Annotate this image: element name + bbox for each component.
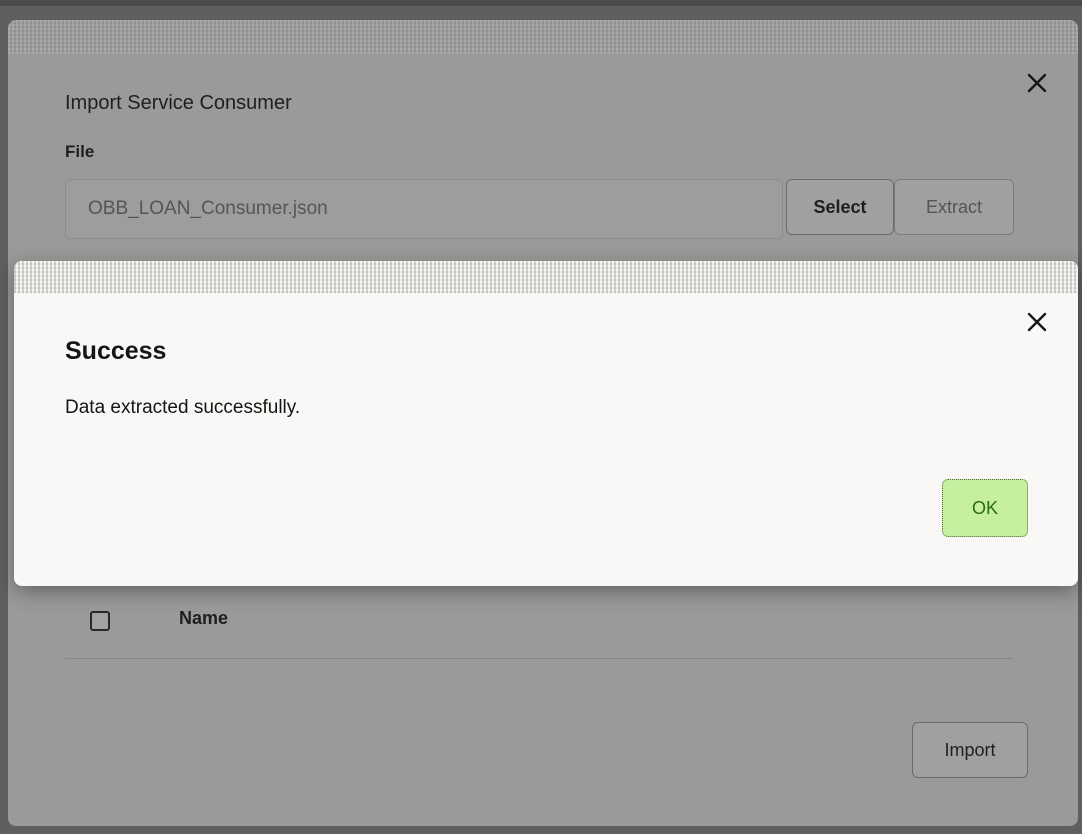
ok-button[interactable]: OK xyxy=(942,479,1028,537)
import-button[interactable]: Import xyxy=(912,722,1028,778)
import-dialog-title: Import Service Consumer xyxy=(65,92,292,114)
close-icon xyxy=(1027,312,1047,332)
success-header-texture xyxy=(14,261,1078,293)
dialog-header-texture xyxy=(8,20,1078,54)
column-header-name: Name xyxy=(179,608,229,628)
extract-button[interactable]: Extract xyxy=(894,179,1014,235)
success-dialog: Success Data extracted successfully. OK xyxy=(14,261,1078,586)
select-button[interactable]: Select xyxy=(786,179,894,235)
close-icon xyxy=(1027,73,1047,93)
success-title: Success xyxy=(65,337,167,365)
success-message: Data extracted successfully. xyxy=(65,397,301,418)
file-input[interactable]: OBB_LOAN_Consumer.json xyxy=(65,179,783,239)
select-all-checkbox[interactable] xyxy=(90,611,110,631)
backdrop-strip xyxy=(0,0,1082,6)
table-header-row: Name xyxy=(65,590,1013,659)
success-dialog-close-button[interactable] xyxy=(1022,307,1052,337)
file-label: File xyxy=(65,142,95,161)
import-dialog-close-button[interactable] xyxy=(1022,68,1052,98)
